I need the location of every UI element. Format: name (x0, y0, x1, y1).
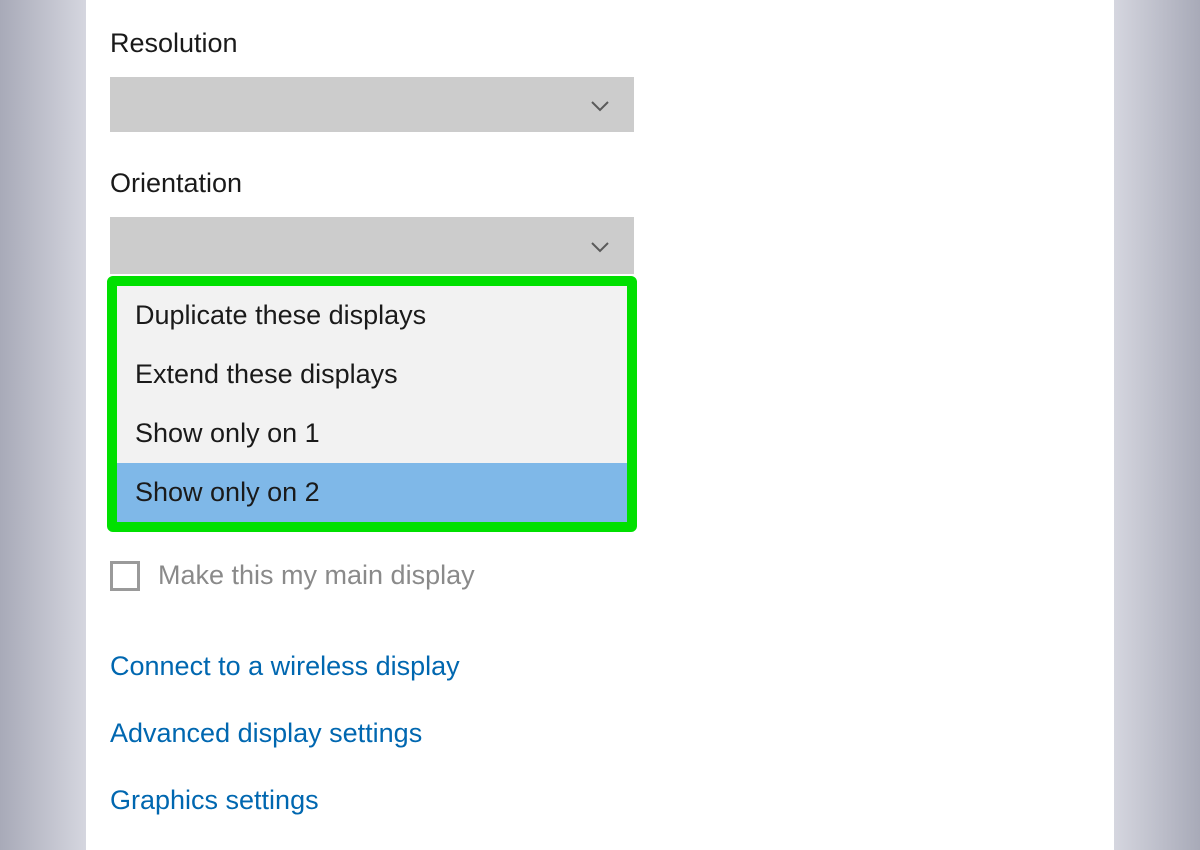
main-display-checkbox-label: Make this my main display (158, 560, 475, 591)
related-links: Connect to a wireless display Advanced d… (110, 651, 1090, 816)
main-display-checkbox-row: Make this my main display (110, 560, 1090, 591)
page-gutter-left (0, 0, 86, 850)
resolution-dropdown[interactable] (110, 77, 634, 132)
dropdown-option-extend[interactable]: Extend these displays (117, 345, 627, 404)
page-gutter-right (1114, 0, 1200, 850)
highlight-annotation: Duplicate these displays Extend these di… (107, 276, 637, 532)
orientation-label: Orientation (110, 168, 1090, 199)
multiple-displays-dropdown-section: Duplicate these displays Extend these di… (110, 217, 634, 532)
orientation-dropdown[interactable] (110, 217, 634, 274)
chevron-down-icon (590, 240, 610, 252)
dropdown-option-duplicate[interactable]: Duplicate these displays (117, 286, 627, 345)
display-settings-panel: Resolution Orientation Duplicate these d… (86, 0, 1114, 850)
link-wireless-display[interactable]: Connect to a wireless display (110, 651, 1090, 682)
link-advanced-display[interactable]: Advanced display settings (110, 718, 1090, 749)
main-display-checkbox[interactable] (110, 561, 140, 591)
resolution-label: Resolution (110, 28, 1090, 59)
dropdown-option-show1[interactable]: Show only on 1 (117, 404, 627, 463)
dropdown-option-show2[interactable]: Show only on 2 (117, 463, 627, 522)
chevron-down-icon (590, 99, 610, 111)
link-graphics-settings[interactable]: Graphics settings (110, 785, 1090, 816)
multiple-displays-dropdown-list: Duplicate these displays Extend these di… (117, 286, 627, 522)
